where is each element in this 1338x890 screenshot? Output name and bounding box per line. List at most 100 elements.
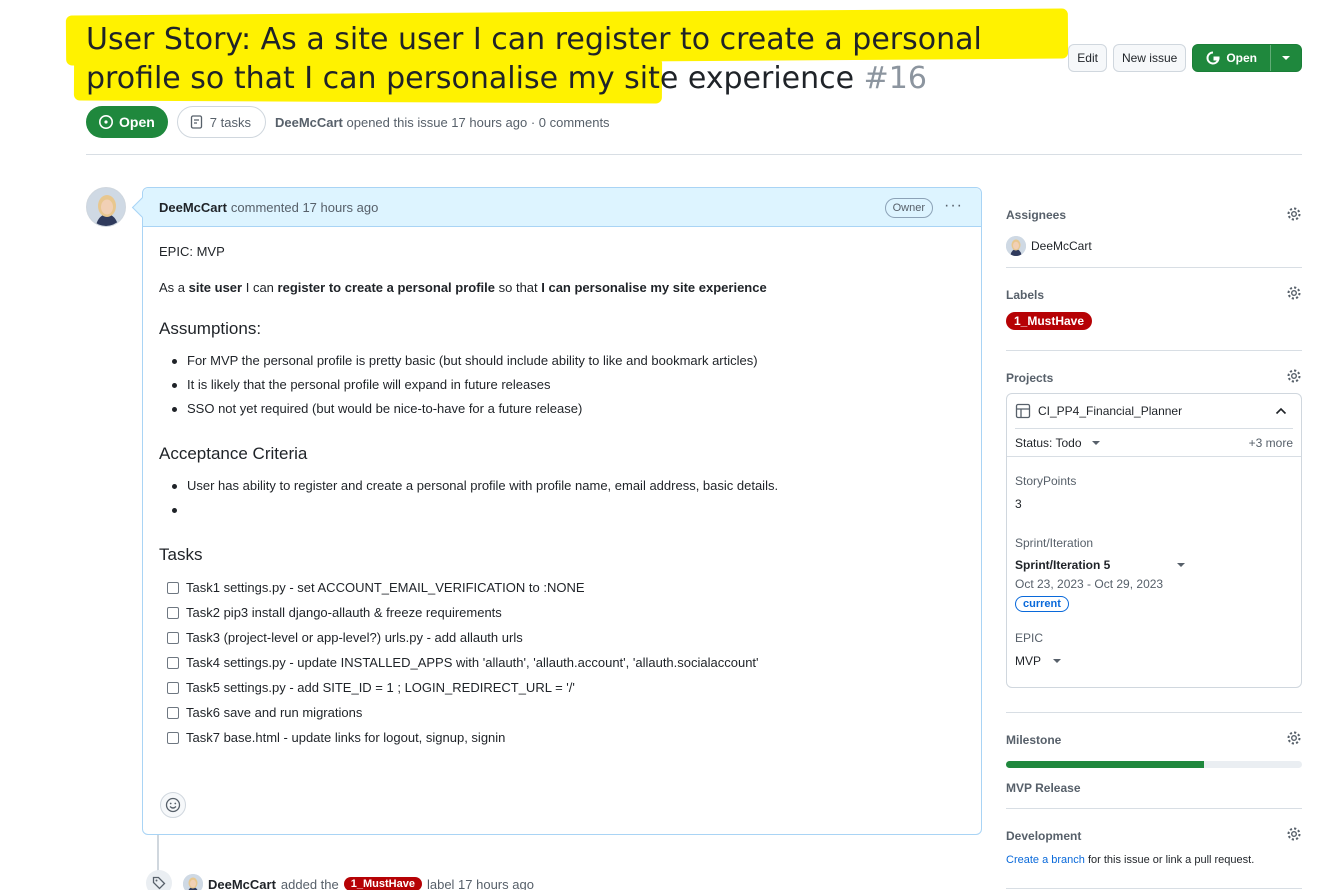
more-fields-link[interactable]: +3 more bbox=[1249, 436, 1293, 450]
author-link[interactable]: DeeMcCart bbox=[275, 115, 343, 130]
story-text: As a bbox=[159, 280, 189, 295]
assumptions-list: For MVP the personal profile is pretty b… bbox=[159, 352, 965, 418]
labels-title[interactable]: Labels bbox=[1006, 268, 1302, 302]
status-value: Status: Todo bbox=[1015, 435, 1082, 450]
tasks-pill[interactable]: 7 tasks bbox=[176, 106, 266, 138]
open-button-main[interactable]: Open bbox=[1193, 45, 1271, 71]
triangle-down-icon bbox=[1177, 563, 1185, 567]
timeline-label[interactable]: 1_MustHave bbox=[343, 877, 422, 890]
storypoints-label: StoryPoints bbox=[1015, 474, 1077, 488]
epic-line: EPIC: MVP bbox=[159, 244, 225, 259]
smiley-icon bbox=[165, 797, 181, 813]
acceptance-heading: Acceptance Criteria bbox=[159, 444, 308, 463]
triangle-down-icon bbox=[1282, 56, 1290, 60]
task-item: Task1 settings.py - set ACCOUNT_EMAIL_VE… bbox=[159, 579, 965, 597]
milestone-progress-fill bbox=[1006, 761, 1205, 768]
sidebar: Assignees DeeMcCart Labels 1_MustHave Pr… bbox=[1006, 195, 1302, 889]
gear-icon[interactable] bbox=[1286, 368, 1302, 384]
milestone-name[interactable]: MVP Release bbox=[1006, 781, 1302, 795]
owner-badge: Owner bbox=[884, 198, 933, 218]
state-badge: Open bbox=[86, 106, 168, 138]
task-checkbox[interactable] bbox=[167, 582, 179, 594]
issue-number: #16 bbox=[863, 61, 927, 96]
issue-title: User Story: As a site user I can registe… bbox=[66, 10, 1071, 98]
task-checkbox[interactable] bbox=[167, 607, 179, 619]
new-issue-button[interactable]: New issue bbox=[1112, 44, 1187, 72]
task-checkbox[interactable] bbox=[167, 732, 179, 744]
storypoints-value[interactable]: 3 bbox=[1015, 497, 1293, 511]
development-title[interactable]: Development bbox=[1006, 809, 1302, 843]
avatar[interactable] bbox=[86, 187, 126, 227]
kebab-horizontal-icon[interactable]: ··· bbox=[944, 197, 963, 215]
gear-icon[interactable] bbox=[1286, 730, 1302, 746]
task-checkbox[interactable] bbox=[167, 707, 179, 719]
timeline-action: added the bbox=[280, 876, 339, 890]
issue-open-icon bbox=[99, 115, 113, 129]
story-text: so that bbox=[495, 280, 542, 295]
tasklist-icon bbox=[190, 115, 202, 129]
avatar bbox=[1006, 236, 1026, 256]
list-item: User has ability to register and create … bbox=[172, 477, 965, 495]
sprint-select[interactable]: Sprint/Iteration 5 bbox=[1015, 558, 1185, 572]
task-checkbox[interactable] bbox=[167, 632, 179, 644]
acceptance-list: User has ability to register and create … bbox=[159, 477, 965, 519]
task-checkbox[interactable] bbox=[167, 657, 179, 669]
sprint-value: Sprint/Iteration 5 bbox=[1015, 558, 1111, 572]
assignee-name: DeeMcCart bbox=[1031, 239, 1092, 253]
task-item: Task3 (project-level or app-level?) urls… bbox=[159, 629, 965, 647]
create-branch-link[interactable]: Create a branch bbox=[1006, 854, 1085, 866]
timeline-line bbox=[157, 835, 159, 875]
development-text: for this issue or link a pull request. bbox=[1087, 854, 1255, 866]
edit-button[interactable]: Edit bbox=[1068, 44, 1107, 72]
list-item bbox=[172, 501, 965, 519]
milestone-progress-bar bbox=[1006, 761, 1302, 768]
timeline-event: DeeMcCart added the 1_MustHave label 17 … bbox=[183, 874, 534, 890]
assignees-section: Assignees DeeMcCart bbox=[1006, 195, 1302, 268]
task-checkbox[interactable] bbox=[167, 682, 179, 694]
current-badge: current bbox=[1015, 596, 1069, 612]
milestone-title[interactable]: Milestone bbox=[1006, 713, 1302, 747]
epic-value: MVP bbox=[1015, 654, 1042, 668]
task-label: Task1 settings.py - set ACCOUNT_EMAIL_VE… bbox=[186, 580, 585, 595]
projects-section: Projects CI_PP4_Financial_Planner Status… bbox=[1006, 351, 1302, 713]
state-label: Open bbox=[119, 114, 155, 130]
project-card: CI_PP4_Financial_Planner Status: Todo +3… bbox=[1006, 393, 1302, 688]
task-item: Task5 settings.py - add SITE_ID = 1 ; LO… bbox=[159, 679, 965, 697]
comment-time[interactable]: commented 17 hours ago bbox=[231, 200, 378, 215]
development-section: Development Create a branch for this iss… bbox=[1006, 809, 1302, 889]
issue-title-text: User Story: As a site user I can registe… bbox=[86, 22, 982, 96]
open-dropdown-toggle[interactable] bbox=[1271, 45, 1301, 71]
projects-title[interactable]: Projects bbox=[1006, 351, 1302, 385]
task-label: Task7 base.html - update links for logou… bbox=[186, 730, 506, 745]
sprint-label: Sprint/Iteration bbox=[1015, 536, 1094, 550]
project-header[interactable]: CI_PP4_Financial_Planner bbox=[1015, 394, 1293, 429]
story-role: site user bbox=[188, 280, 243, 295]
epic-select[interactable]: MVP bbox=[1015, 654, 1293, 668]
task-label: Task2 pip3 install django-allauth & free… bbox=[186, 605, 502, 620]
timeline-actor[interactable]: DeeMcCart bbox=[208, 877, 276, 890]
task-item: Task6 save and run migrations bbox=[159, 704, 965, 722]
story-goal: register to create a personal profile bbox=[277, 280, 495, 295]
story-text: I can bbox=[242, 280, 278, 295]
task-label: Task6 save and run migrations bbox=[186, 705, 363, 720]
assignees-title[interactable]: Assignees bbox=[1006, 195, 1302, 222]
opened-text: opened this issue 17 hours ago · 0 comme… bbox=[346, 114, 610, 130]
open-copilot-icon bbox=[1206, 51, 1220, 65]
table-icon bbox=[1015, 403, 1031, 419]
chevron-up-icon[interactable] bbox=[1275, 406, 1287, 416]
gear-icon[interactable] bbox=[1286, 285, 1302, 301]
avatar[interactable] bbox=[183, 874, 203, 890]
comment-author[interactable]: DeeMcCart bbox=[159, 200, 227, 215]
add-reaction-button[interactable] bbox=[160, 792, 186, 818]
label-badge[interactable]: 1_MustHave bbox=[1006, 312, 1093, 330]
assignee[interactable]: DeeMcCart bbox=[1006, 236, 1302, 256]
open-button-label: Open bbox=[1226, 51, 1257, 65]
gear-icon[interactable] bbox=[1286, 826, 1302, 842]
gear-icon[interactable] bbox=[1286, 206, 1302, 222]
open-button[interactable]: Open bbox=[1192, 44, 1302, 72]
list-item: SSO not yet required (but would be nice-… bbox=[172, 400, 965, 418]
status-select[interactable]: Status: Todo bbox=[1015, 436, 1100, 450]
task-label: Task3 (project-level or app-level?) urls… bbox=[186, 630, 523, 645]
avatar-image bbox=[87, 188, 125, 226]
triangle-down-icon bbox=[1053, 659, 1062, 663]
